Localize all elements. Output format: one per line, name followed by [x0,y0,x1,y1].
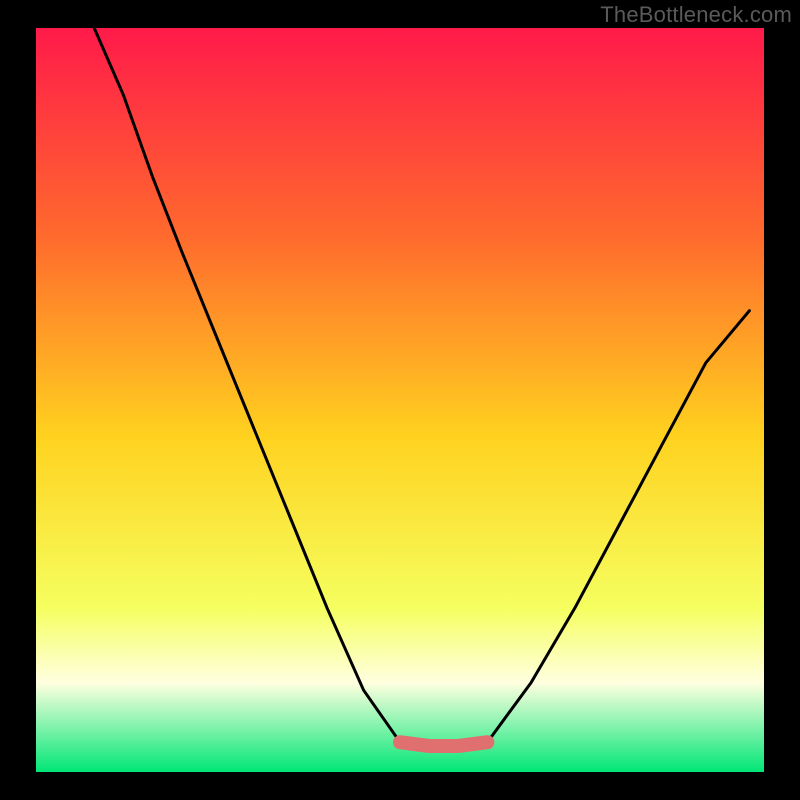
bottleneck-highlight-segment [400,742,487,746]
watermark-text: TheBottleneck.com [600,2,792,28]
gradient-plot-area [36,28,764,772]
chart-frame: TheBottleneck.com [0,0,800,800]
bottleneck-chart-svg [0,0,800,800]
